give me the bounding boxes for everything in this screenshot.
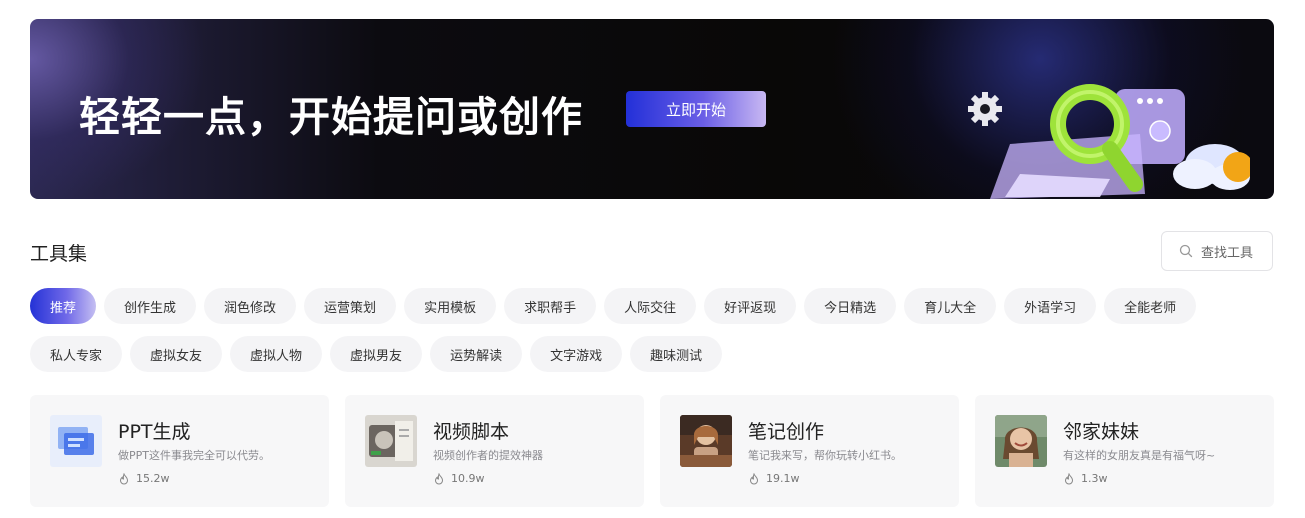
category-chip[interactable]: 外语学习	[1004, 288, 1097, 324]
fire-icon	[1064, 472, 1074, 484]
section-title: 工具集	[30, 243, 88, 265]
category-chip[interactable]: 运营策划	[304, 288, 397, 324]
fire-icon	[119, 472, 129, 484]
category-chip[interactable]: 虚拟女友	[130, 336, 223, 372]
category-tabs: 推荐 创作生成 润色修改 运营策划 实用模板 求职帮手 人际交往 好评返现 今日…	[30, 288, 1270, 372]
category-chip[interactable]: 私人专家	[30, 336, 123, 372]
fire-icon	[749, 472, 759, 484]
tool-card-ppt[interactable]: PPT生成 做PPT这件事我完全可以代劳。 15.2w	[30, 395, 329, 507]
search-icon	[1179, 244, 1193, 258]
category-chip[interactable]: 实用模板	[404, 288, 497, 324]
card-usage: 1.3w	[1063, 472, 1108, 485]
category-chip[interactable]: 运势解读	[430, 336, 523, 372]
card-title: PPT生成	[118, 421, 191, 443]
category-chip[interactable]: 虚拟男友	[330, 336, 423, 372]
search-placeholder: 查找工具	[1201, 245, 1254, 261]
usage-count: 10.9w	[451, 472, 485, 485]
category-chip[interactable]: 求职帮手	[504, 288, 597, 324]
category-chip[interactable]: 推荐	[30, 288, 97, 324]
start-now-button[interactable]: 立即开始	[626, 91, 766, 127]
card-description: 有这样的女朋友真是有福气呀~	[1063, 449, 1216, 462]
category-chip[interactable]: 好评返现	[704, 288, 797, 324]
tool-card-video-script[interactable]: 视频脚本 视频创作者的提效神器 10.9w	[345, 395, 644, 507]
ppt-thumbnail	[50, 415, 102, 467]
tool-card-list: PPT生成 做PPT这件事我完全可以代劳。 15.2w 视频脚本 视频创作者的提…	[30, 395, 1274, 507]
category-chip[interactable]: 趣味测试	[630, 336, 723, 372]
card-title: 邻家妹妹	[1063, 421, 1140, 443]
fire-icon	[434, 472, 444, 484]
gear-icon	[968, 92, 1002, 126]
category-chip[interactable]: 全能老师	[1104, 288, 1197, 324]
banner-title: 轻轻一点，开始提问或创作	[79, 93, 583, 141]
category-chip[interactable]: 创作生成	[104, 288, 197, 324]
page: 轻轻一点，开始提问或创作 立即开始 工具集 查找工具 推荐 创作生成 润色修改 …	[0, 0, 1305, 518]
card-description: 笔记我来写，帮你玩转小红书。	[748, 449, 902, 462]
usage-count: 1.3w	[1081, 472, 1108, 485]
card-usage: 19.1w	[748, 472, 800, 485]
category-chip[interactable]: 润色修改	[204, 288, 297, 324]
card-usage: 15.2w	[118, 472, 170, 485]
tool-card-girl-next-door[interactable]: 邻家妹妹 有这样的女朋友真是有福气呀~ 1.3w	[975, 395, 1274, 507]
search-tools-input[interactable]: 查找工具	[1161, 231, 1273, 271]
category-chip[interactable]: 文字游戏	[530, 336, 623, 372]
card-description: 视频创作者的提效神器	[433, 449, 543, 462]
usage-count: 15.2w	[136, 472, 170, 485]
girl-thumbnail	[995, 415, 1047, 467]
category-chip[interactable]: 今日精选	[804, 288, 897, 324]
hero-banner[interactable]: 轻轻一点，开始提问或创作 立即开始	[30, 19, 1274, 199]
card-title: 笔记创作	[748, 421, 825, 443]
banner-illustration	[968, 84, 1250, 199]
category-chip[interactable]: 虚拟人物	[230, 336, 323, 372]
tool-card-notes[interactable]: 笔记创作 笔记我来写，帮你玩转小红书。 19.1w	[660, 395, 959, 507]
video-thumbnail	[365, 415, 417, 467]
category-chip[interactable]: 育儿大全	[904, 288, 997, 324]
category-chip[interactable]: 人际交往	[604, 288, 697, 324]
card-usage: 10.9w	[433, 472, 485, 485]
notes-thumbnail	[680, 415, 732, 467]
card-title: 视频脚本	[433, 421, 510, 443]
card-description: 做PPT这件事我完全可以代劳。	[118, 449, 270, 462]
usage-count: 19.1w	[766, 472, 800, 485]
